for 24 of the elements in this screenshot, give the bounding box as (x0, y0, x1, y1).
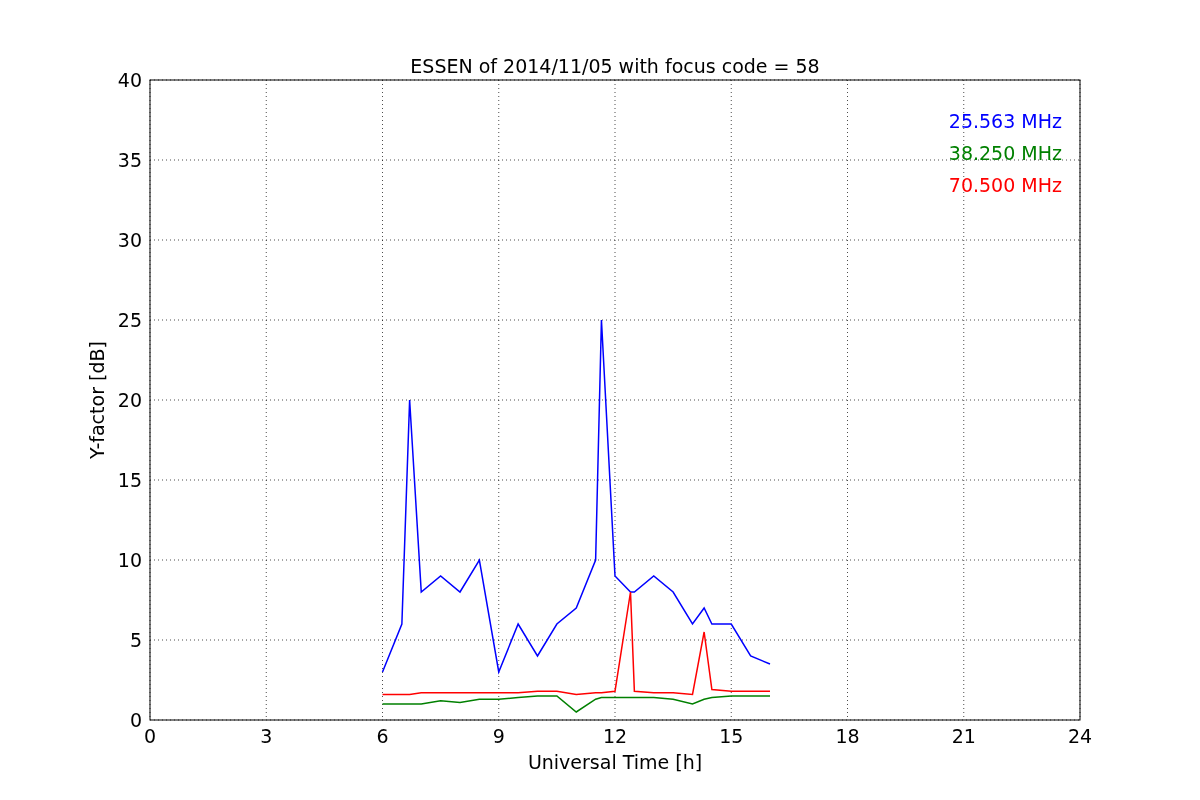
tick-label: 24 (1067, 725, 1093, 747)
tick-label: 12 (602, 725, 628, 747)
legend-label: 25.563 MHz (948, 110, 1062, 132)
axis-label: Y-factor [dB] (86, 341, 108, 459)
tick-label: 35 (117, 149, 142, 171)
tick-label: 5 (129, 629, 142, 651)
tick-label: 0 (129, 709, 142, 731)
tick-label: 30 (117, 229, 142, 251)
tick-label: 6 (376, 725, 389, 747)
tick-label: 25 (117, 309, 142, 331)
tick-label: 10 (117, 549, 142, 571)
chart-title: ESSEN of 2014/11/05 with focus code = 58 (410, 55, 820, 77)
legend-label: 38.250 MHz (948, 142, 1062, 164)
tick-label: 18 (835, 725, 860, 747)
tick-label: 3 (260, 725, 273, 747)
tick-label: 15 (117, 469, 142, 491)
legend-label: 70.500 MHz (948, 174, 1062, 196)
tick-label: 9 (492, 725, 505, 747)
tick-label: 0 (143, 725, 157, 747)
tick-label: 20 (117, 389, 142, 411)
axis-label: Universal Time [h] (527, 751, 703, 773)
tick-label: 21 (951, 725, 976, 747)
tick-label: 15 (719, 725, 744, 747)
tick-label: 40 (117, 69, 142, 91)
